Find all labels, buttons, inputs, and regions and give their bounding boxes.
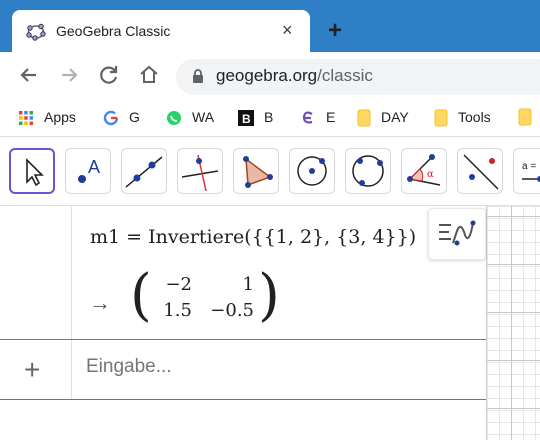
reflect-icon xyxy=(463,154,499,190)
whatsapp-icon xyxy=(167,111,181,126)
angle-icon: α xyxy=(407,154,441,186)
algebra-input[interactable] xyxy=(86,356,466,378)
bookmark-label: Tools xyxy=(458,109,491,125)
bookmark-b[interactable]: B B xyxy=(238,108,274,127)
svg-text:B: B xyxy=(242,112,251,126)
apps-grid-icon xyxy=(19,111,33,126)
reload-icon[interactable] xyxy=(96,62,122,88)
result-arrow: → xyxy=(89,290,111,315)
algebra-formula[interactable]: m1 = Invertiere({{1, 2}, {3, 4}}) xyxy=(90,226,416,248)
circle-three-points-tool[interactable] xyxy=(345,148,391,194)
angle-tool[interactable]: α xyxy=(401,148,447,194)
bookmark-label: B xyxy=(264,109,274,125)
matrix-cell: −0.5 xyxy=(210,300,254,321)
divider xyxy=(71,206,72,400)
url-text[interactable]: geogebra.org/classic xyxy=(216,66,373,86)
circle-three-points-icon xyxy=(352,155,384,187)
svg-text:A: A xyxy=(88,157,100,177)
polygon-icon xyxy=(243,156,273,188)
bookmark-wa[interactable]: WA xyxy=(166,108,214,126)
folder-icon xyxy=(357,109,371,127)
matrix-cell: −2 xyxy=(165,274,192,295)
circle-center-point-tool[interactable] xyxy=(289,148,335,194)
bookmark-tools[interactable]: Tools xyxy=(434,108,491,127)
bookmark-label: G xyxy=(129,109,140,125)
bookmark-g[interactable]: G xyxy=(103,108,140,126)
bookmark-label: E xyxy=(326,109,336,125)
bookmark-apps[interactable]: Apps xyxy=(18,108,76,126)
b-icon: B xyxy=(238,110,254,127)
graphics-grid xyxy=(487,206,540,440)
add-button[interactable]: + xyxy=(24,354,40,386)
home-icon[interactable] xyxy=(136,62,162,88)
matrix-cell: 1.5 xyxy=(163,300,192,321)
google-icon xyxy=(103,111,119,126)
polygon-tool[interactable] xyxy=(233,148,279,194)
move-tool[interactable] xyxy=(9,148,55,194)
lock-icon[interactable] xyxy=(192,69,204,83)
divider xyxy=(0,399,486,400)
url-path: /classic xyxy=(317,66,373,85)
result-matrix: ( −2 1 1.5 −0.5 ) xyxy=(130,263,280,328)
slider-icon: a = xyxy=(522,161,540,182)
perpendicular-line-icon xyxy=(181,154,219,192)
matrix-cell: 1 xyxy=(242,274,254,295)
slider-label: a = xyxy=(522,161,536,172)
point-icon: A xyxy=(78,157,100,183)
geogebra-icon xyxy=(26,23,46,41)
algebra-graph-icon xyxy=(439,220,476,246)
e-icon xyxy=(302,111,313,124)
right-paren: ) xyxy=(258,263,280,328)
bookmark-label: DAY xyxy=(381,109,409,125)
forward-icon[interactable] xyxy=(56,62,82,88)
folder-icon[interactable] xyxy=(518,108,532,126)
line-icon xyxy=(125,156,163,188)
tab-close-icon[interactable]: × xyxy=(282,20,293,41)
left-paren: ( xyxy=(130,263,152,328)
reflect-tool[interactable] xyxy=(457,148,503,194)
back-icon[interactable] xyxy=(16,62,42,88)
folder-icon xyxy=(434,109,448,127)
svg-text:α: α xyxy=(427,169,434,180)
tab-title: GeoGebra Classic xyxy=(56,23,171,39)
bookmark-day[interactable]: DAY xyxy=(357,108,409,127)
circle-center-icon xyxy=(297,156,327,186)
new-tab-button[interactable]: + xyxy=(328,17,342,45)
perpendicular-line-tool[interactable] xyxy=(177,148,223,194)
arrow-cursor-icon xyxy=(26,158,44,187)
line-tool[interactable] xyxy=(121,148,167,194)
divider xyxy=(0,339,486,340)
bookmark-label: Apps xyxy=(44,109,76,125)
bookmark-e[interactable]: E xyxy=(300,108,335,126)
url-domain: geogebra.org xyxy=(216,66,318,85)
point-tool[interactable]: A xyxy=(65,148,111,194)
algebra-style-button[interactable] xyxy=(428,208,486,260)
bookmark-label: WA xyxy=(192,109,215,125)
slider-tool[interactable]: a = xyxy=(513,148,540,194)
